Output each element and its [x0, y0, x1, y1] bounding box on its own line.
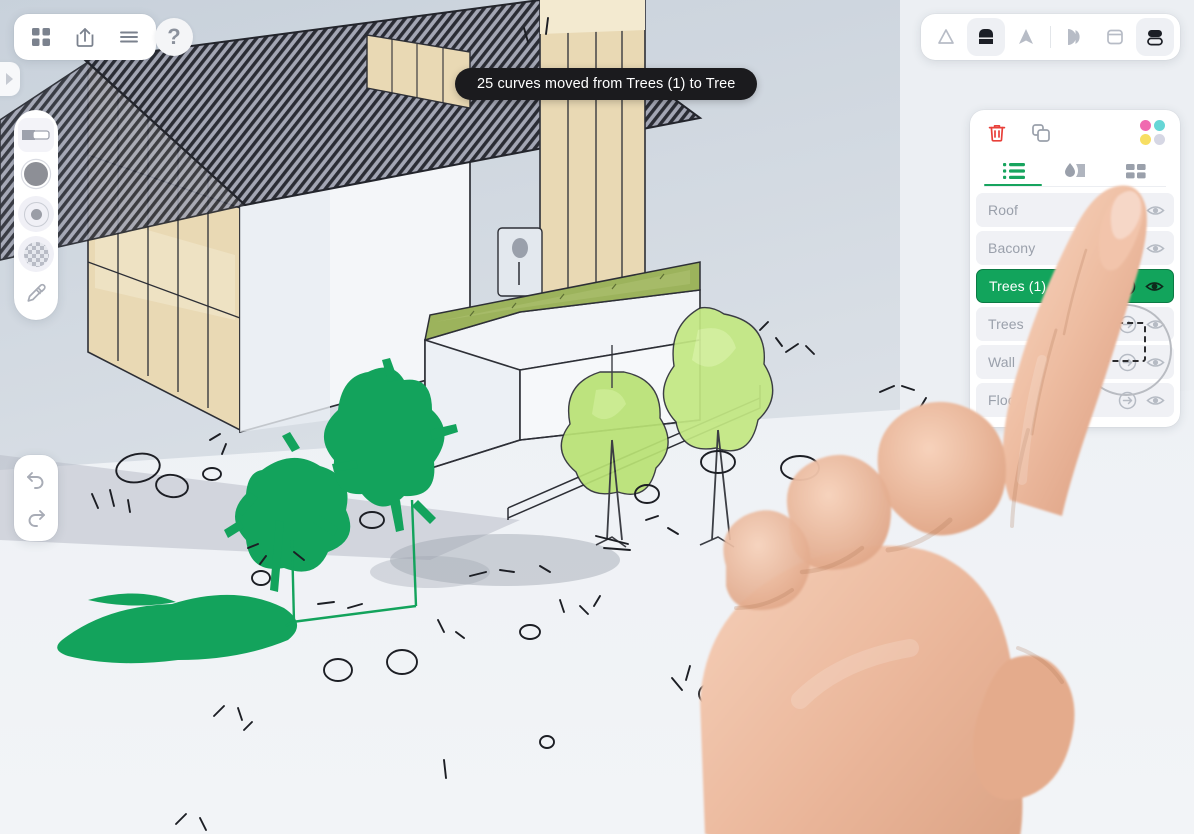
layer-name: Trees [988, 316, 1024, 332]
active-tab-underline [984, 183, 1042, 186]
layer-row-wall[interactable]: Wall [976, 345, 1174, 379]
help-button[interactable]: ? [155, 18, 193, 56]
move-to-layer-icon[interactable] [1116, 313, 1138, 335]
frame-button[interactable] [1096, 18, 1134, 56]
mirror-button[interactable] [1056, 18, 1094, 56]
top-right-toolbar [921, 14, 1180, 60]
move-to-layer-icon[interactable] [1116, 237, 1138, 259]
layer-row-roof[interactable]: Roof [976, 193, 1174, 227]
layer-row-trees[interactable]: Trees [976, 307, 1174, 341]
toast-notification: 25 curves moved from Trees (1) to Tree [455, 68, 758, 100]
tabs-divider [984, 186, 1166, 187]
palette-swatch-pink [1140, 120, 1151, 131]
palette-swatch-gray [1154, 134, 1165, 145]
visibility-icon[interactable] [1144, 237, 1166, 259]
export-button[interactable] [66, 18, 104, 56]
upload-icon [76, 28, 94, 47]
rounded-rect-icon [1107, 29, 1123, 45]
delete-layer-button[interactable] [984, 120, 1010, 146]
brush-size-tool[interactable] [18, 196, 54, 232]
move-to-layer-icon[interactable] [1115, 275, 1137, 297]
perspective-button[interactable] [927, 18, 965, 56]
filled-capsule-icon [979, 29, 993, 44]
eyedropper-icon [27, 283, 46, 302]
layer-name: Roof [988, 202, 1018, 218]
layers-list: Roof Bacony Trees (1) Trees Wall Floor [970, 193, 1180, 417]
filled-arrow-icon [1019, 29, 1033, 44]
gallery-button[interactable] [22, 18, 60, 56]
redo-button[interactable] [18, 499, 54, 535]
palette-button[interactable] [1140, 120, 1166, 146]
layer-name: Trees (1) [989, 278, 1047, 294]
layers-panel: Roof Bacony Trees (1) Trees Wall Floor [970, 110, 1180, 427]
eyedropper-tool[interactable] [18, 276, 54, 312]
hamburger-icon [120, 31, 138, 43]
grid-blocks-icon [1125, 164, 1146, 179]
duplicate-layer-button[interactable] [1028, 120, 1054, 146]
copy-icon [1032, 124, 1050, 142]
help-label: ? [167, 24, 181, 49]
layers-toggle-button[interactable] [1136, 18, 1174, 56]
layer-name: Floor [988, 392, 1021, 408]
top-left-toolbar [14, 14, 156, 60]
opacity-tool[interactable] [18, 236, 54, 272]
triangle-outline-icon [938, 29, 954, 44]
tool-rail [14, 110, 58, 320]
layers-tabs [970, 152, 1180, 186]
visibility-icon[interactable] [1143, 275, 1165, 297]
checker-swatch-icon [23, 241, 49, 267]
visibility-icon[interactable] [1144, 351, 1166, 373]
redo-icon [28, 510, 45, 527]
list-icon [1003, 163, 1026, 179]
solid-swatch-icon [24, 162, 48, 186]
history-rail [14, 455, 58, 541]
move-to-layer-icon[interactable] [1116, 351, 1138, 373]
trash-icon [988, 124, 1006, 142]
width-slider-icon [22, 130, 50, 140]
dot-swatch-icon [23, 201, 49, 227]
app-root: ? 25 curves moved from Trees (1) to Tree… [0, 0, 1194, 834]
visibility-icon[interactable] [1144, 199, 1166, 221]
menu-button[interactable] [110, 18, 148, 56]
stacked-pills-icon [1147, 30, 1163, 46]
move-to-layer-icon[interactable] [1116, 389, 1138, 411]
half-circle-icon [1068, 29, 1080, 45]
visibility-icon[interactable] [1144, 389, 1166, 411]
layer-row-trees-1[interactable]: Trees (1) [976, 269, 1174, 303]
panel-expander[interactable] [0, 62, 20, 96]
color-tool[interactable] [18, 156, 54, 192]
layers-actions-bar [970, 110, 1180, 152]
visibility-icon[interactable] [1144, 313, 1166, 335]
layer-name: Bacony [988, 240, 1036, 256]
layer-row-bacony[interactable]: Bacony [976, 231, 1174, 265]
toast-message: 25 curves moved from Trees (1) to Tree [477, 76, 736, 92]
undo-icon [27, 472, 44, 489]
brush-width-tool[interactable] [18, 118, 54, 152]
grid-icon [32, 28, 50, 46]
layer-name: Wall [988, 354, 1016, 370]
layer-row-floor[interactable]: Floor [976, 383, 1174, 417]
palette-swatch-yellow [1140, 134, 1151, 145]
undo-button[interactable] [18, 461, 54, 497]
palette-swatch-cyan [1154, 120, 1165, 131]
tab-layers[interactable] [984, 156, 1045, 186]
chevron-right-icon [6, 73, 13, 85]
tab-materials[interactable] [1045, 156, 1106, 186]
camera-button[interactable] [1007, 18, 1045, 56]
shapes-icon [1065, 163, 1085, 177]
toolbar-divider [1050, 26, 1051, 48]
tab-library[interactable] [1105, 156, 1166, 186]
move-to-layer-icon[interactable] [1116, 199, 1138, 221]
flat-fill-button[interactable] [967, 18, 1005, 56]
